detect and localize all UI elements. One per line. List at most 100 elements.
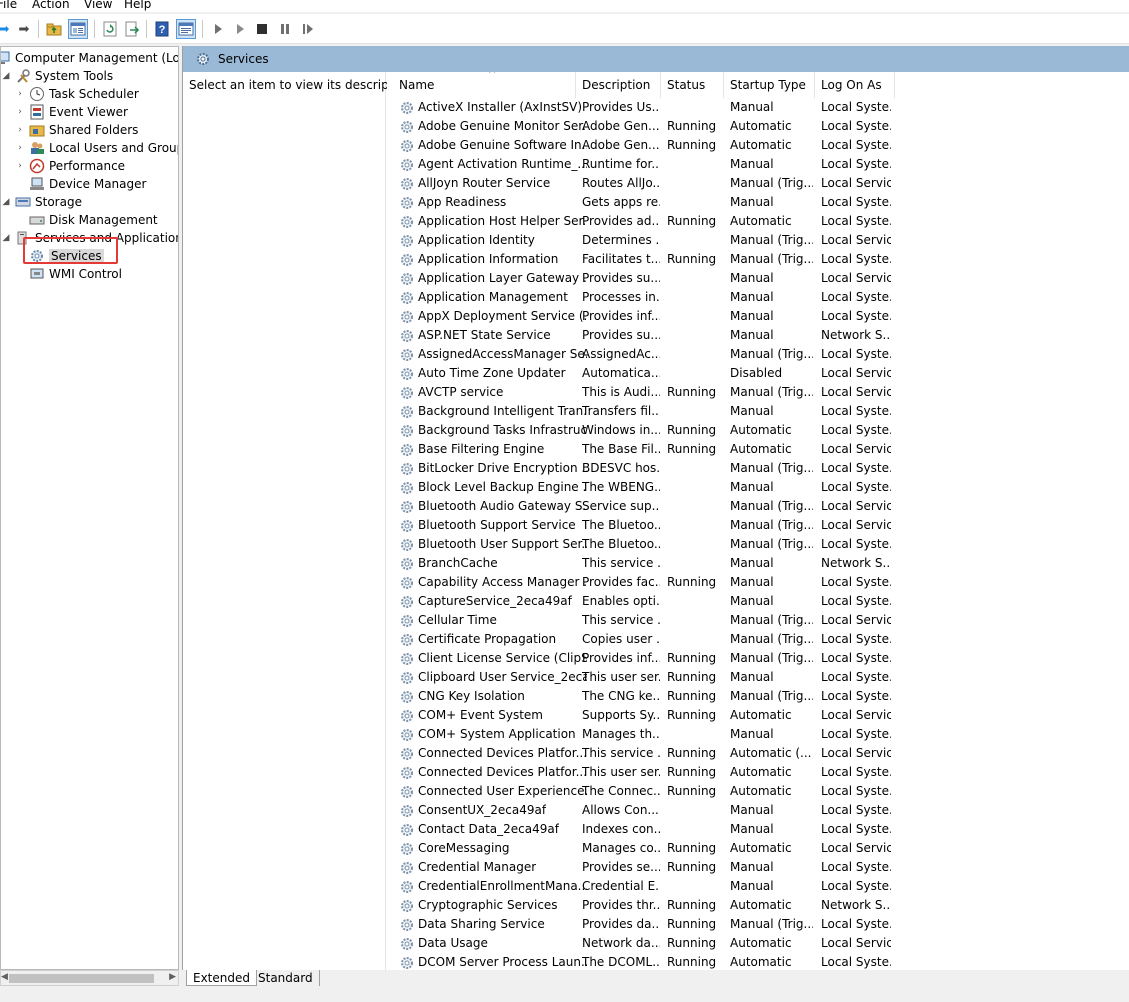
service-row[interactable]: Auto Time Zone Updater Automatica... Disab… [387, 364, 1129, 383]
service-row[interactable]: Cryptographic Services Provides thr... Run… [387, 896, 1129, 915]
chevron-right-icon[interactable]: › [15, 125, 25, 135]
pause-service-button[interactable] [275, 19, 295, 39]
tab-extended[interactable]: Extended [186, 970, 257, 986]
menu-file[interactable]: File [0, 0, 17, 11]
tree-item-device-manager[interactable]: Device Manager [29, 175, 146, 193]
tree-root-computer-management[interactable]: Computer Management (Local [1, 49, 178, 67]
service-row[interactable]: Application Information Facilitates t... R… [387, 250, 1129, 269]
tree-item-task-scheduler[interactable]: › Task Scheduler [15, 85, 139, 103]
tree-item-system-tools[interactable]: ◢ System Tools [1, 67, 114, 85]
service-row[interactable]: Client License Service (ClipS... Provides… [387, 649, 1129, 668]
service-row[interactable]: ConsentUX_2eca49af Allows Con... Manual Loc… [387, 801, 1129, 820]
service-row[interactable]: Data Usage Network da... Running Automatic L… [387, 934, 1129, 953]
service-row[interactable]: CoreMessaging Manages co... Running Automat… [387, 839, 1129, 858]
service-row[interactable]: ASP.NET State Service Provides su... Manua… [387, 326, 1129, 345]
column-header-description[interactable]: Description [576, 72, 661, 98]
scrollbar-thumb[interactable] [9, 974, 154, 983]
column-header-name[interactable]: Name ^ [393, 72, 576, 98]
service-status [667, 307, 723, 326]
service-row[interactable]: Contact Data_2eca49af Indexes con... Manua… [387, 820, 1129, 839]
service-row[interactable]: Adobe Genuine Software In... Adobe Gen...… [387, 136, 1129, 155]
service-row[interactable]: COM+ Event System Supports Sy... Running Au… [387, 706, 1129, 725]
restart-service-button[interactable] [298, 19, 318, 39]
tree-item-performance[interactable]: › Performance [15, 157, 125, 175]
service-row[interactable]: AVCTP service This is Audi... Running Manua… [387, 383, 1129, 402]
scroll-right-icon[interactable]: ▶ [169, 972, 176, 982]
show-hide-tree-button[interactable] [68, 19, 88, 39]
service-row[interactable]: Connected User Experience... The Connec..… [387, 782, 1129, 801]
tree-item-services-applications[interactable]: ◢ Services and Applications [1, 229, 178, 247]
service-row[interactable]: AllJoyn Router Service Routes AllJo... Man… [387, 174, 1129, 193]
start-alt-button[interactable] [230, 19, 250, 39]
service-row[interactable]: Adobe Genuine Monitor Ser... Adobe Gen...… [387, 117, 1129, 136]
service-row[interactable]: Background Tasks Infrastruc... Windows in… [387, 421, 1129, 440]
start-service-button[interactable] [208, 19, 228, 39]
scroll-left-icon[interactable]: ◀ [1, 972, 8, 982]
column-header-log-on-as[interactable]: Log On As [815, 72, 895, 98]
up-folder-button[interactable] [44, 19, 64, 39]
service-description: Runtime for... [582, 157, 660, 171]
tree-item-event-viewer[interactable]: › Event Viewer [15, 103, 128, 121]
service-row[interactable]: Credential Manager Provides se... Running M… [387, 858, 1129, 877]
service-row[interactable]: Application Layer Gateway ... Provides su… [387, 269, 1129, 288]
tab-standard[interactable]: Standard [252, 970, 320, 986]
tree-item-storage[interactable]: ◢ Storage [1, 193, 82, 211]
menu-view[interactable]: View [84, 0, 112, 11]
service-row[interactable]: CNG Key Isolation The CNG ke... Running Man… [387, 687, 1129, 706]
service-row[interactable]: Application Identity Determines ... Manual… [387, 231, 1129, 250]
menu-action[interactable]: Action [32, 0, 70, 11]
service-row[interactable]: Connected Devices Platfor... This service… [387, 744, 1129, 763]
service-row[interactable]: Application Management Processes in... Man… [387, 288, 1129, 307]
service-row[interactable]: Base Filtering Engine The Base Fil... Runn… [387, 440, 1129, 459]
export-list-button[interactable] [122, 19, 142, 39]
service-row[interactable]: Bluetooth User Support Ser... The Bluetoo… [387, 535, 1129, 554]
stop-service-button[interactable] [252, 19, 272, 39]
forward-button[interactable]: ➡ [14, 19, 34, 39]
service-row[interactable]: Clipboard User Service_2eca... This user … [387, 668, 1129, 687]
back-button[interactable]: ➡ [0, 19, 14, 39]
chevron-right-icon[interactable]: › [15, 89, 25, 99]
expanded-chevron-icon[interactable]: ◢ [1, 233, 11, 243]
service-row[interactable]: Agent Activation Runtime_... Runtime for.… [387, 155, 1129, 174]
column-header-status[interactable]: Status [661, 72, 724, 98]
chevron-right-icon[interactable]: › [15, 107, 25, 117]
service-row[interactable]: Application Host Helper Ser... Provides a… [387, 212, 1129, 231]
service-row[interactable]: Connected Devices Platfor... This user se… [387, 763, 1129, 782]
service-name: AVCTP service [418, 385, 504, 399]
service-row[interactable]: CaptureService_2eca49af Enables opti... Ma… [387, 592, 1129, 611]
service-row[interactable]: DCOM Server Process Laun... The DCOML... R… [387, 953, 1129, 970]
tree-item-shared-folders[interactable]: › Shared Folders [15, 121, 138, 139]
expanded-chevron-icon[interactable]: ◢ [1, 71, 11, 81]
service-startup-type: Manual [730, 670, 774, 684]
service-row[interactable]: ActiveX Installer (AxInstSV) Provides Us.… [387, 98, 1129, 117]
refresh-button[interactable] [100, 19, 120, 39]
help-button[interactable]: ? [152, 19, 172, 39]
tree-item-disk-management[interactable]: Disk Management [29, 211, 158, 229]
service-row[interactable]: Capability Access Manager ... Provides fa… [387, 573, 1129, 592]
tree-item-local-users-groups[interactable]: › Local Users and Groups [15, 139, 178, 157]
service-row[interactable]: BitLocker Drive Encryption ... BDESVC hos… [387, 459, 1129, 478]
chevron-right-icon[interactable]: › [15, 161, 25, 171]
properties-button[interactable] [176, 19, 196, 39]
menu-help[interactable]: Help [124, 0, 151, 11]
service-row[interactable]: Background Intelligent Tran... Transfers … [387, 402, 1129, 421]
service-row[interactable]: Certificate Propagation Copies user ... Ma… [387, 630, 1129, 649]
service-row[interactable]: AssignedAccessManager Se... AssignedAc...… [387, 345, 1129, 364]
tree-item-wmi-control[interactable]: WMI Control [29, 265, 122, 283]
service-row[interactable]: CredentialEnrollmentMana... Credential E.… [387, 877, 1129, 896]
service-row[interactable]: BranchCache This service ... Manual Network… [387, 554, 1129, 573]
service-row[interactable]: App Readiness Gets apps re... Manual Local … [387, 193, 1129, 212]
tree-horizontal-scrollbar[interactable]: ◀ ▶ [0, 970, 179, 986]
service-description: Provides Us... [582, 100, 660, 114]
tree-item-services[interactable]: Services [29, 247, 104, 265]
service-row[interactable]: Cellular Time This service ... Manual (Tri… [387, 611, 1129, 630]
service-row[interactable]: Bluetooth Audio Gateway S... Service sup.… [387, 497, 1129, 516]
service-row[interactable]: Bluetooth Support Service The Bluetoo... M… [387, 516, 1129, 535]
expanded-chevron-icon[interactable]: ◢ [1, 197, 11, 207]
service-row[interactable]: Data Sharing Service Provides da... Runnin… [387, 915, 1129, 934]
service-row[interactable]: Block Level Backup Engine ... The WBENG..… [387, 478, 1129, 497]
chevron-right-icon[interactable]: › [15, 143, 25, 153]
service-row[interactable]: AppX Deployment Service (... Provides inf… [387, 307, 1129, 326]
column-header-startup-type[interactable]: Startup Type [724, 72, 815, 98]
service-row[interactable]: COM+ System Application Manages th... Manu… [387, 725, 1129, 744]
